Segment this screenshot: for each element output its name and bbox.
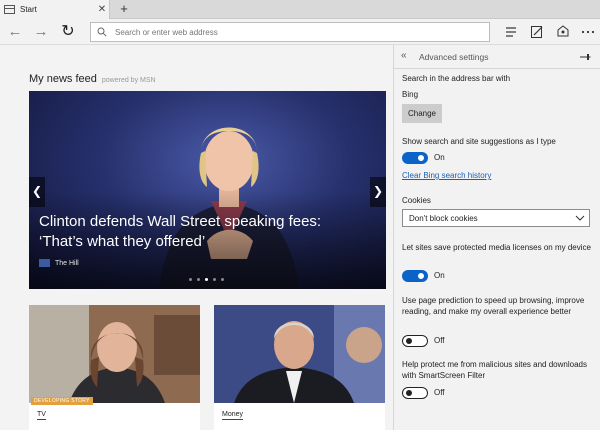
pin-icon[interactable] bbox=[579, 51, 591, 63]
settings-header: « Advanced settings bbox=[394, 45, 600, 69]
toggle-knob bbox=[418, 155, 424, 161]
new-tab-button[interactable]: + bbox=[116, 0, 132, 19]
settings-back-button[interactable]: « bbox=[401, 50, 407, 61]
change-search-provider-button[interactable]: Change bbox=[402, 104, 442, 123]
news-card[interactable]: DEVELOPING STORY TV bbox=[29, 305, 200, 430]
settings-title: Advanced settings bbox=[419, 52, 489, 62]
cookies-select[interactable]: Don't block cookies bbox=[402, 209, 590, 227]
page-prediction-label: Use page prediction to speed up browsing… bbox=[402, 296, 585, 316]
news-card-category[interactable]: TV bbox=[37, 411, 46, 420]
toggle-knob bbox=[418, 273, 424, 279]
carousel-dot[interactable] bbox=[189, 278, 192, 281]
carousel-dot[interactable] bbox=[221, 278, 224, 281]
refresh-button[interactable]: ↻ bbox=[56, 19, 80, 45]
navigation-toolbar: ← → ↻ bbox=[0, 19, 600, 45]
suggestions-label: Show search and site suggestions as I ty… bbox=[402, 137, 556, 146]
carousel-dots bbox=[189, 278, 224, 281]
carousel-prev-button[interactable]: ❮ bbox=[29, 177, 45, 207]
address-bar-search-label: Search in the address bar with bbox=[402, 74, 511, 83]
search-provider-value: Bing bbox=[402, 90, 419, 99]
chevron-down-icon bbox=[575, 215, 585, 221]
carousel-next-button[interactable]: ❯ bbox=[370, 177, 386, 207]
developing-story-badge: DEVELOPING STORY bbox=[31, 397, 93, 405]
protected-media-label: Let sites save protected media licenses … bbox=[402, 243, 591, 252]
news-feed-header: My news feed powered by MSN bbox=[29, 73, 156, 85]
page-prediction-toggle[interactable] bbox=[402, 335, 428, 347]
address-input[interactable] bbox=[115, 27, 475, 37]
web-note-icon[interactable] bbox=[529, 24, 545, 40]
suggestions-toggle[interactable] bbox=[402, 152, 428, 164]
tab-strip: Start ✕ + bbox=[0, 0, 600, 19]
tab-start[interactable]: Start ✕ bbox=[0, 0, 110, 19]
smartscreen-label: Help protect me from malicious sites and… bbox=[402, 360, 587, 380]
back-button[interactable]: ← bbox=[3, 19, 27, 45]
suggestions-state: On bbox=[434, 153, 445, 162]
start-page-content: My news feed powered by MSN Clinton defe… bbox=[0, 45, 393, 430]
carousel-dot[interactable] bbox=[213, 278, 216, 281]
cookies-selected-value: Don't block cookies bbox=[409, 213, 478, 223]
share-icon[interactable] bbox=[555, 24, 571, 40]
smartscreen-toggle[interactable] bbox=[402, 387, 428, 399]
hero-story[interactable]: Clinton defends Wall Street speaking fee… bbox=[29, 91, 386, 289]
hero-source-name: The Hill bbox=[55, 259, 79, 267]
smartscreen-state: Off bbox=[434, 388, 445, 397]
tab-title: Start bbox=[20, 5, 37, 14]
news-card-image bbox=[29, 305, 200, 403]
clear-search-history-link[interactable]: Clear Bing search history bbox=[402, 171, 491, 180]
source-logo-icon bbox=[39, 259, 50, 267]
toggle-knob bbox=[406, 389, 412, 396]
carousel-dot[interactable] bbox=[205, 278, 208, 281]
search-icon bbox=[97, 27, 107, 37]
tab-page-icon bbox=[4, 5, 15, 14]
carousel-dot[interactable] bbox=[197, 278, 200, 281]
protected-media-state: On bbox=[434, 271, 445, 280]
hero-source: The Hill bbox=[39, 259, 79, 267]
toggle-knob bbox=[406, 337, 412, 344]
more-icon[interactable] bbox=[580, 24, 596, 40]
close-tab-button[interactable]: ✕ bbox=[95, 0, 109, 19]
hub-icon[interactable] bbox=[503, 24, 519, 40]
news-card-category[interactable]: Money bbox=[222, 411, 244, 420]
forward-button[interactable]: → bbox=[29, 19, 53, 45]
address-bar[interactable] bbox=[90, 22, 490, 42]
cookies-label: Cookies bbox=[402, 196, 431, 205]
news-card[interactable]: Money bbox=[214, 305, 385, 430]
hero-headline[interactable]: Clinton defends Wall Street speaking fee… bbox=[39, 212, 359, 252]
advanced-settings-panel: « Advanced settings Search in the addres… bbox=[393, 45, 600, 430]
protected-media-toggle[interactable] bbox=[402, 270, 428, 282]
page-prediction-state: Off bbox=[434, 336, 445, 345]
news-feed-title: My news feed bbox=[29, 73, 97, 85]
powered-by-label: powered by MSN bbox=[101, 77, 156, 84]
news-card-image bbox=[214, 305, 385, 403]
